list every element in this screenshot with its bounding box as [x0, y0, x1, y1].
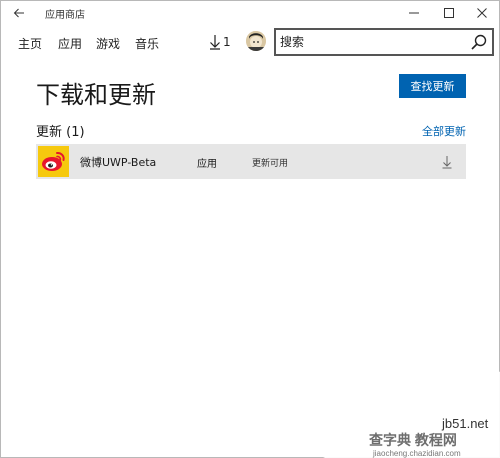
- title-bar: 应用商店: [1, 1, 499, 25]
- watermark-brand: 查字典 教程网: [369, 432, 457, 448]
- window-title: 应用商店: [45, 10, 85, 21]
- download-icon: [442, 156, 452, 169]
- nav-item-music[interactable]: 音乐: [135, 35, 159, 52]
- nav-bar: 主页 应用 游戏 音乐 1: [1, 27, 499, 59]
- back-arrow-icon: [13, 8, 24, 18]
- close-icon: [477, 8, 487, 18]
- page-title: 下载和更新: [36, 81, 156, 109]
- updates-section-title: 更新 (1): [36, 125, 85, 140]
- maximize-icon: [444, 8, 454, 18]
- user-avatar-icon: [246, 31, 266, 51]
- maximize-button[interactable]: [432, 1, 466, 25]
- update-all-link[interactable]: 全部更新: [422, 123, 466, 139]
- download-arrow-icon: [210, 35, 220, 50]
- nav-item-home[interactable]: 主页: [18, 35, 42, 52]
- download-count: 1: [223, 35, 231, 49]
- search-box: [274, 28, 494, 56]
- app-icon-tile: [38, 146, 69, 177]
- watermark-overlay: jb51.net 查字典 教程网 jiaocheng.chazidian.com: [323, 371, 500, 458]
- update-download-button[interactable]: [438, 152, 456, 172]
- app-window: 应用商店 主页 应用 游戏 音乐 1 搜索 下载和更新 查找更新 更新 (1) …: [0, 0, 500, 458]
- search-button[interactable]: [470, 33, 488, 51]
- minimize-icon: [409, 12, 419, 14]
- search-input[interactable]: [280, 33, 460, 51]
- update-app-type: 应用: [197, 159, 217, 170]
- update-status: 更新可用: [252, 159, 289, 169]
- user-avatar[interactable]: [246, 31, 266, 51]
- minimize-button[interactable]: [397, 1, 431, 25]
- check-updates-button[interactable]: 查找更新: [399, 74, 466, 98]
- search-icon: [471, 34, 487, 50]
- update-row[interactable]: 微博UWP-Beta 应用 更新可用: [36, 144, 466, 179]
- close-button[interactable]: [465, 1, 499, 25]
- watermark-url: jiaocheng.chazidian.com: [372, 449, 461, 458]
- back-button[interactable]: [9, 3, 29, 23]
- watermark-site: jb51.net: [441, 416, 489, 431]
- nav-item-apps[interactable]: 应用: [58, 35, 82, 52]
- update-app-name: 微博UWP-Beta: [80, 156, 157, 169]
- weibo-logo-icon: [42, 151, 65, 171]
- nav-item-games[interactable]: 游戏: [96, 35, 120, 52]
- downloads-button[interactable]: 1: [209, 32, 231, 52]
